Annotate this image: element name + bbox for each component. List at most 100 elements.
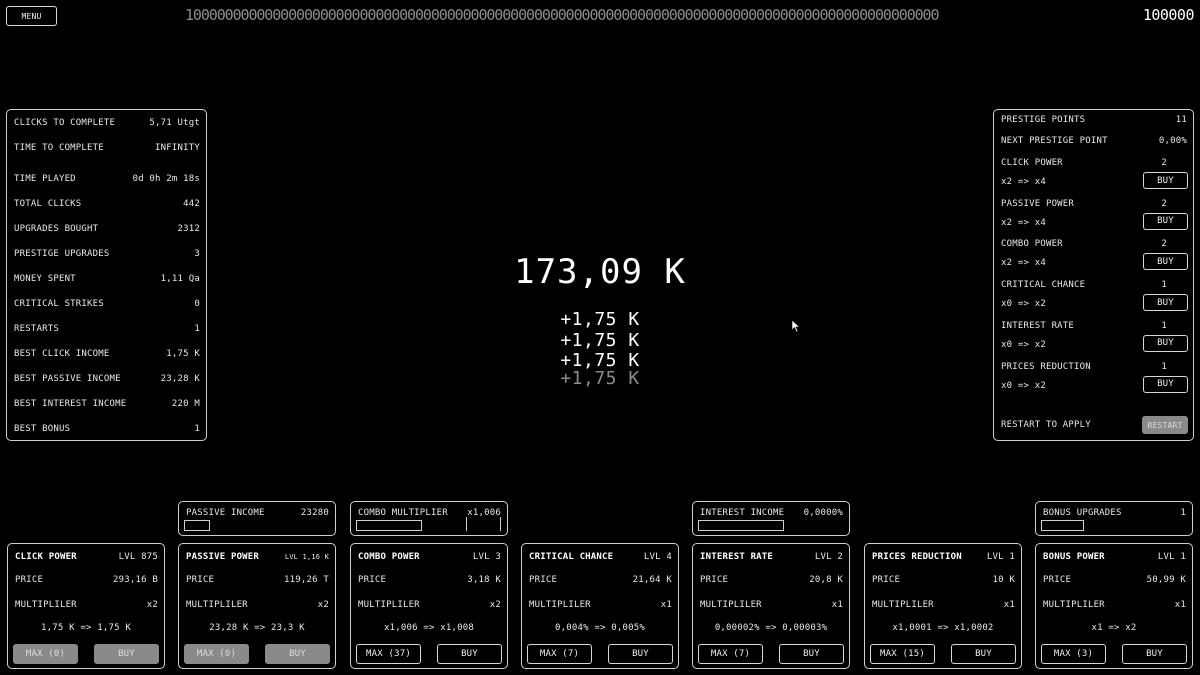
multiplier-row: MULTIPLILER x1 bbox=[872, 599, 1015, 611]
prestige-upgrade-level: 2 bbox=[1161, 198, 1167, 209]
prestige-upgrade-level: 2 bbox=[1161, 239, 1167, 250]
restart-button[interactable]: RESTART bbox=[1142, 416, 1188, 434]
upgrade-change: 1,75 K => 1,75 K bbox=[41, 623, 131, 633]
buy-button[interactable]: BUY bbox=[779, 644, 844, 664]
next-prestige-row: NEXT PRESTIGE POINT 0,00% bbox=[1001, 135, 1187, 147]
stat-value: 220 M bbox=[171, 399, 200, 409]
prestige-buy-button[interactable]: BUY bbox=[1143, 212, 1188, 230]
progress-bar bbox=[1041, 520, 1084, 531]
multiplier-label: MULTIPLILER bbox=[872, 600, 934, 610]
progress-bar bbox=[356, 520, 422, 531]
max-button[interactable]: MAX (0) bbox=[13, 644, 78, 664]
prestige-points-row: PRESTIGE POINTS 11 bbox=[1001, 114, 1187, 126]
multiplier-row: MULTIPLILER x2 bbox=[358, 599, 501, 611]
current-goal-number: 100000 bbox=[1142, 6, 1195, 24]
multiplier-row: MULTIPLILER x2 bbox=[15, 599, 158, 611]
upgrade-change: x1 => x2 bbox=[1091, 623, 1137, 633]
upgrade-card: CRITICAL CHANCE LVL 4 PRICE 21,64 K MULTIPLI… bbox=[521, 543, 679, 669]
multiplier-row: MULTIPLILER x1 bbox=[700, 599, 843, 611]
meter-title: COMBO MULTIPLIER bbox=[358, 508, 448, 518]
max-button[interactable]: MAX (7) bbox=[698, 644, 763, 664]
max-button[interactable]: MAX (7) bbox=[527, 644, 592, 664]
price-row: PRICE 293,16 B bbox=[15, 574, 158, 586]
stat-row: BEST INTEREST INCOME 220 M bbox=[14, 398, 200, 410]
prestige-buy-button[interactable]: BUY bbox=[1143, 172, 1188, 189]
price-label: PRICE bbox=[15, 575, 44, 585]
prestige-upgrade-name: PASSIVE POWER bbox=[1001, 198, 1075, 209]
money-display[interactable]: 173,09 K bbox=[0, 252, 1200, 292]
price-row: PRICE 20,8 K bbox=[700, 574, 843, 586]
buy-button[interactable]: BUY bbox=[608, 644, 673, 664]
price-value: 20,8 K bbox=[809, 575, 843, 585]
stat-value: 0d 0h 2m 18s bbox=[132, 174, 200, 184]
stat-value: INFINITY bbox=[155, 143, 200, 153]
upgrade-level: LVL 3 bbox=[472, 552, 501, 562]
buy-button[interactable]: BUY bbox=[437, 644, 502, 664]
multiplier-value: x1 bbox=[1174, 600, 1186, 610]
next-prestige-value: 0,00% bbox=[1158, 136, 1187, 146]
upgrade-card: PASSIVE POWER LVL 1,16 K PRICE 119,26 T MULT… bbox=[178, 543, 336, 669]
upgrade-name: COMBO POWER bbox=[358, 552, 420, 562]
buy-button[interactable]: BUY bbox=[1122, 644, 1187, 664]
price-label: PRICE bbox=[1043, 575, 1072, 585]
stat-label: CLICKS TO COMPLETE bbox=[14, 118, 116, 128]
meter-value: 23280 bbox=[300, 508, 329, 518]
stat-row: BEST BONUS 1 bbox=[14, 423, 200, 435]
upgrade-card: INTEREST RATE LVL 2 PRICE 20,8 K MULTIPLILER… bbox=[692, 543, 850, 669]
multiplier-value: x2 bbox=[317, 600, 329, 610]
buy-button[interactable]: BUY bbox=[265, 644, 330, 664]
price-row: PRICE 50,99 K bbox=[1043, 574, 1186, 586]
upgrade-name: INTEREST RATE bbox=[700, 552, 774, 562]
stat-label: BEST BONUS bbox=[14, 424, 71, 434]
stat-row: CLICKS TO COMPLETE 5,71 Utgt bbox=[14, 117, 200, 129]
upgrade-level: LVL 1 bbox=[986, 552, 1015, 562]
passive-income-meter: PASSIVE INCOME 23280 bbox=[178, 501, 336, 536]
prestige-upgrade-change: x2 => x4 bbox=[1001, 177, 1046, 187]
stat-label: CRITICAL STRIKES bbox=[14, 299, 104, 309]
max-button[interactable]: MAX (37) bbox=[356, 644, 421, 664]
stat-label: UPGRADES BOUGHT bbox=[14, 224, 99, 234]
multiplier-row: MULTIPLILER x1 bbox=[1043, 599, 1186, 611]
meter-value: x1,006 bbox=[467, 508, 501, 518]
prestige-upgrade-change: x2 => x4 bbox=[1001, 217, 1046, 228]
meter-value: 1 bbox=[1180, 508, 1186, 518]
price-label: PRICE bbox=[529, 575, 558, 585]
buy-button[interactable]: BUY bbox=[951, 644, 1016, 664]
upgrade-level: LVL 2 bbox=[814, 552, 843, 562]
upgrade-card: CLICK POWER LVL 875 PRICE 293,16 B MULTIPLIL… bbox=[7, 543, 165, 669]
stat-row: UPGRADES BOUGHT 2312 bbox=[14, 223, 200, 235]
upgrade-change: x1,0001 => x1,0002 bbox=[892, 623, 994, 633]
price-row: PRICE 3,18 K bbox=[358, 574, 501, 586]
prestige-upgrade-row: PASSIVE POWER 2 bbox=[1001, 198, 1167, 210]
max-button[interactable]: MAX (3) bbox=[1041, 644, 1106, 664]
buy-button[interactable]: BUY bbox=[94, 644, 159, 664]
stat-value: 0 bbox=[194, 299, 200, 309]
multiplier-label: MULTIPLILER bbox=[700, 600, 762, 610]
max-button[interactable]: MAX (0) bbox=[184, 644, 249, 664]
menu-button[interactable]: MENU bbox=[6, 6, 57, 26]
price-row: PRICE 119,26 T bbox=[186, 574, 329, 586]
price-value: 293,16 B bbox=[113, 575, 158, 585]
stat-label: TOTAL CLICKS bbox=[14, 199, 82, 209]
upgrade-name: BONUS POWER bbox=[1043, 552, 1105, 562]
upgrade-card: COMBO POWER LVL 3 PRICE 3,18 K MULTIPLILER x2… bbox=[350, 543, 508, 669]
price-label: PRICE bbox=[872, 575, 901, 585]
meter-title: INTEREST INCOME bbox=[700, 508, 785, 518]
price-value: 21,64 K bbox=[632, 575, 672, 585]
multiplier-value: x2 bbox=[489, 600, 501, 610]
multiplier-value: x1 bbox=[660, 600, 672, 610]
multiplier-label: MULTIPLILER bbox=[1043, 600, 1105, 610]
progress-bar bbox=[698, 520, 784, 531]
prestige-upgrade-row: CLICK POWER 2 bbox=[1001, 157, 1167, 169]
max-button[interactable]: MAX (15) bbox=[870, 644, 935, 664]
combo-marker bbox=[466, 517, 467, 531]
prestige-upgrade-row: COMBO POWER 2 bbox=[1001, 238, 1167, 250]
meter-title: BONUS UPGRADES bbox=[1043, 508, 1122, 518]
prestige-upgrade-name: CLICK POWER bbox=[1001, 158, 1063, 168]
stat-value: 5,71 Utgt bbox=[149, 118, 200, 128]
upgrade-level: LVL 1 bbox=[1157, 552, 1186, 562]
stat-value: 442 bbox=[183, 199, 200, 209]
restart-label: RESTART TO APPLY bbox=[1001, 420, 1091, 430]
stat-label: TIME PLAYED bbox=[14, 174, 76, 184]
upgrade-name: PRICES REDUCTION bbox=[872, 552, 962, 562]
